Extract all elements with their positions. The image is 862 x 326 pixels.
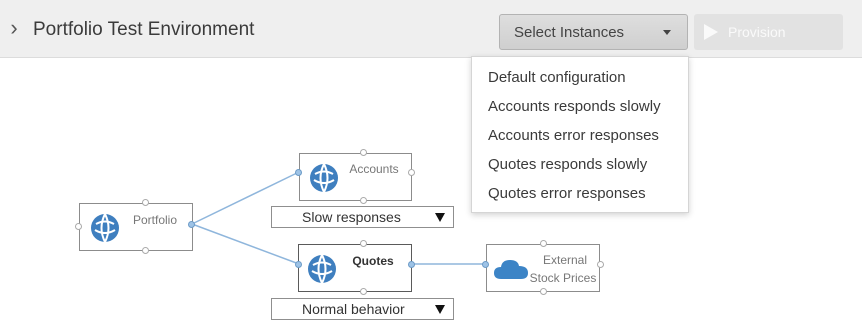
select-instances-menu: Default configuration Accounts responds …	[471, 56, 689, 213]
accounts-label: Accounts	[349, 162, 399, 176]
accounts-port-top[interactable]	[360, 149, 367, 156]
quotes-behavior-value: Normal behavior	[302, 301, 405, 317]
dropdown-triangle-icon	[435, 305, 445, 314]
accounts-behavior-select[interactable]: Slow responses	[271, 206, 454, 228]
accounts-port-bottom[interactable]	[360, 197, 367, 204]
dropdown-triangle-icon	[435, 213, 445, 222]
portfolio-port-top[interactable]	[142, 199, 149, 206]
portfolio-port-left[interactable]	[75, 223, 82, 230]
quotes-port-top[interactable]	[360, 240, 367, 247]
quotes-port-right[interactable]	[408, 261, 415, 268]
accounts-port-right[interactable]	[408, 169, 415, 176]
external-port-top[interactable]	[540, 240, 547, 247]
globe-icon	[91, 213, 119, 243]
accounts-port-left[interactable]	[295, 169, 302, 176]
connector-portfolio-quotes	[191, 223, 300, 265]
external-port-bottom[interactable]	[540, 288, 547, 295]
quotes-behavior-select[interactable]: Normal behavior	[271, 298, 454, 320]
external-label-line1: External	[542, 253, 588, 267]
portfolio-port-right[interactable]	[188, 221, 195, 228]
quotes-port-left[interactable]	[295, 261, 302, 268]
accounts-behavior-value: Slow responses	[302, 209, 401, 225]
portfolio-port-bottom[interactable]	[142, 247, 149, 254]
external-port-right[interactable]	[597, 261, 604, 268]
menu-item-default-configuration[interactable]: Default configuration	[472, 64, 688, 93]
quotes-node[interactable]: Quotes	[298, 244, 412, 292]
quotes-port-bottom[interactable]	[360, 288, 367, 295]
menu-item-accounts-responds-slowly[interactable]: Accounts responds slowly	[472, 93, 688, 122]
accounts-node[interactable]: Accounts	[299, 153, 412, 201]
portfolio-label: Portfolio	[132, 213, 178, 227]
external-port-left[interactable]	[482, 261, 489, 268]
cloud-icon	[494, 260, 528, 279]
connector-lines	[191, 171, 486, 265]
globe-icon	[310, 163, 338, 193]
diagram-canvas: Portfolio Accounts Slow responses Quotes…	[0, 0, 862, 326]
quotes-label: Quotes	[352, 254, 394, 268]
external-stock-prices-node[interactable]: External Stock Prices	[486, 244, 600, 292]
portfolio-node[interactable]: Portfolio	[79, 203, 193, 251]
external-label-line2: Stock Prices	[529, 271, 597, 285]
menu-item-quotes-responds-slowly[interactable]: Quotes responds slowly	[472, 151, 688, 180]
menu-item-quotes-error-responses[interactable]: Quotes error responses	[472, 180, 688, 209]
menu-item-accounts-error-responses[interactable]: Accounts error responses	[472, 122, 688, 151]
globe-icon	[308, 254, 336, 284]
